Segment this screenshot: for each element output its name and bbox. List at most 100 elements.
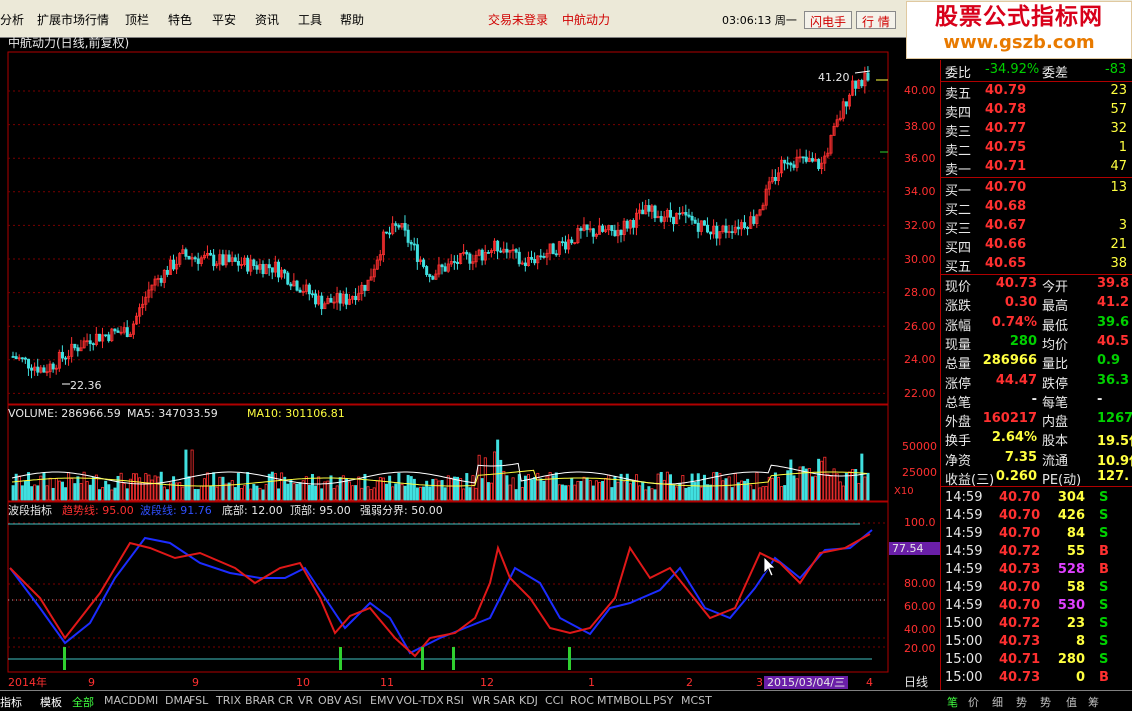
volume-bar xyxy=(684,487,688,501)
side-tab[interactable]: 笔 xyxy=(947,694,958,710)
volume-bar xyxy=(91,477,95,501)
tab-模板[interactable]: 模板 xyxy=(40,694,62,710)
tab-cci[interactable]: CCI xyxy=(545,694,564,707)
menu-analysis[interactable]: 分析 xyxy=(0,11,24,28)
side-tab[interactable]: 势 xyxy=(1040,694,1051,710)
candle-body xyxy=(690,215,694,221)
quote-panel: 委比 -34.92% 委差 -83 卖五 40.79 23 卖四 40.78 57 卖三 40… xyxy=(940,60,1132,690)
tick-volume: 304 xyxy=(1057,490,1085,505)
bid-row: 买四 40.66 21 xyxy=(941,236,1132,256)
tick-side: B xyxy=(1099,544,1109,559)
candle-body xyxy=(647,205,651,212)
tab-psy[interactable]: PSY xyxy=(653,694,673,707)
volume-bar xyxy=(239,488,243,501)
tab-roc[interactable]: ROC xyxy=(570,694,594,707)
candle-body xyxy=(412,243,416,246)
candle-body xyxy=(320,295,324,310)
quote-button[interactable]: 行 情 xyxy=(856,11,896,29)
tab-mtm[interactable]: MTM xyxy=(597,694,623,707)
tab-mcst[interactable]: MCST xyxy=(681,694,712,707)
candle-body xyxy=(783,159,787,164)
menu-pingan[interactable]: 平安 xyxy=(212,11,236,28)
tab-asi[interactable]: ASI xyxy=(344,694,362,707)
volume-bar xyxy=(551,475,555,501)
ask-price: 40.78 xyxy=(985,102,1027,117)
tick-side: S xyxy=(1099,634,1109,649)
tick-side: S xyxy=(1099,490,1109,505)
tick-price: 40.70 xyxy=(999,598,1041,613)
volume-bar xyxy=(33,484,37,501)
tab-obv[interactable]: OBV xyxy=(318,694,341,707)
chart-canvas[interactable] xyxy=(0,38,940,690)
bid-label: 买五 xyxy=(945,260,972,275)
ask-volume: 47 xyxy=(1110,159,1127,174)
tab-rsi[interactable]: RSI xyxy=(446,694,464,707)
volume-bar xyxy=(372,487,376,501)
tab-dma[interactable]: DMA xyxy=(165,694,191,707)
price-tick: 28.00 xyxy=(904,286,936,299)
tab-vr[interactable]: VR xyxy=(298,694,313,707)
stat-label: 每笔 xyxy=(1042,395,1069,411)
tab-macd[interactable]: MACD xyxy=(104,694,137,707)
side-tab[interactable]: 价 xyxy=(968,694,979,710)
tab-kdj[interactable]: KDJ xyxy=(519,694,538,707)
tab-dmi[interactable]: DMI xyxy=(137,694,158,707)
tab-wr[interactable]: WR xyxy=(472,694,491,707)
candle-body xyxy=(76,347,80,352)
volume-bar xyxy=(246,472,250,501)
volume-bar xyxy=(187,476,191,501)
volume-bar xyxy=(647,486,651,501)
menu-top-bar[interactable]: 顶栏 xyxy=(125,11,149,28)
side-tab[interactable]: 值 xyxy=(1066,694,1077,710)
tab-emv[interactable]: EMV xyxy=(370,694,394,707)
chart-title: 中航动力(日线,前复权) xyxy=(8,36,130,50)
volume-bar xyxy=(730,487,734,501)
tab-boll[interactable]: BOLL xyxy=(623,694,651,707)
menu-extended-market[interactable]: 扩展市场行情 xyxy=(37,11,109,28)
tab-fsl[interactable]: FSL xyxy=(189,694,208,707)
volume-bar xyxy=(616,481,620,501)
volume-bar xyxy=(332,488,336,501)
volume-bar xyxy=(761,486,765,501)
volume-bar xyxy=(857,482,861,501)
menu-news[interactable]: 资讯 xyxy=(255,11,279,28)
ask-row: 卖三 40.77 32 xyxy=(941,120,1132,140)
stat-value: - xyxy=(1097,391,1103,407)
tab-sar[interactable]: SAR xyxy=(493,694,515,707)
volume-bar xyxy=(30,486,34,501)
side-tab[interactable]: 筹 xyxy=(1088,694,1099,710)
tab-brar[interactable]: BRAR xyxy=(245,694,275,707)
indicator-current-value: 77.54 xyxy=(889,542,941,555)
volume-bar xyxy=(418,486,422,501)
volume-bar xyxy=(236,472,240,501)
tab-trix[interactable]: TRIX xyxy=(216,694,241,707)
menu-tools[interactable]: 工具 xyxy=(298,11,322,28)
tab-cr[interactable]: CR xyxy=(278,694,293,707)
volume-bar xyxy=(838,481,842,501)
tab-vol-tdx[interactable]: VOL-TDX xyxy=(396,694,444,707)
flash-trade-button[interactable]: 闪电手 xyxy=(804,11,853,29)
volume-bar xyxy=(625,473,629,501)
tab-指标[interactable]: 指标 xyxy=(0,694,22,710)
candle-body xyxy=(486,252,490,254)
ask-label: 卖三 xyxy=(945,125,972,140)
side-tab[interactable]: 细 xyxy=(992,694,1003,710)
ask-row: 卖一 40.71 47 xyxy=(941,158,1132,178)
volume-bar xyxy=(440,480,444,501)
tab-全部[interactable]: 全部 xyxy=(72,694,94,710)
volume-bar xyxy=(739,480,743,501)
candle-body xyxy=(307,284,311,295)
volume-bar xyxy=(153,475,157,501)
trade-login-status[interactable]: 交易未登录 xyxy=(488,11,548,28)
price-tick: 26.00 xyxy=(904,320,936,333)
candle-body xyxy=(64,357,68,360)
x-axis-label: 10 xyxy=(296,676,310,689)
candle-body xyxy=(252,259,256,267)
side-tab[interactable]: 势 xyxy=(1016,694,1027,710)
tick-volume: 84 xyxy=(1066,526,1085,541)
period-selector[interactable]: 日线 xyxy=(904,676,928,689)
chart-area[interactable]: 中航动力(日线,前复权) 41.20 22.36 40.00 38.00 36.… xyxy=(0,36,941,690)
menu-features[interactable]: 特色 xyxy=(168,11,192,28)
menu-help[interactable]: 帮助 xyxy=(340,11,364,28)
volume-bar xyxy=(125,488,129,501)
